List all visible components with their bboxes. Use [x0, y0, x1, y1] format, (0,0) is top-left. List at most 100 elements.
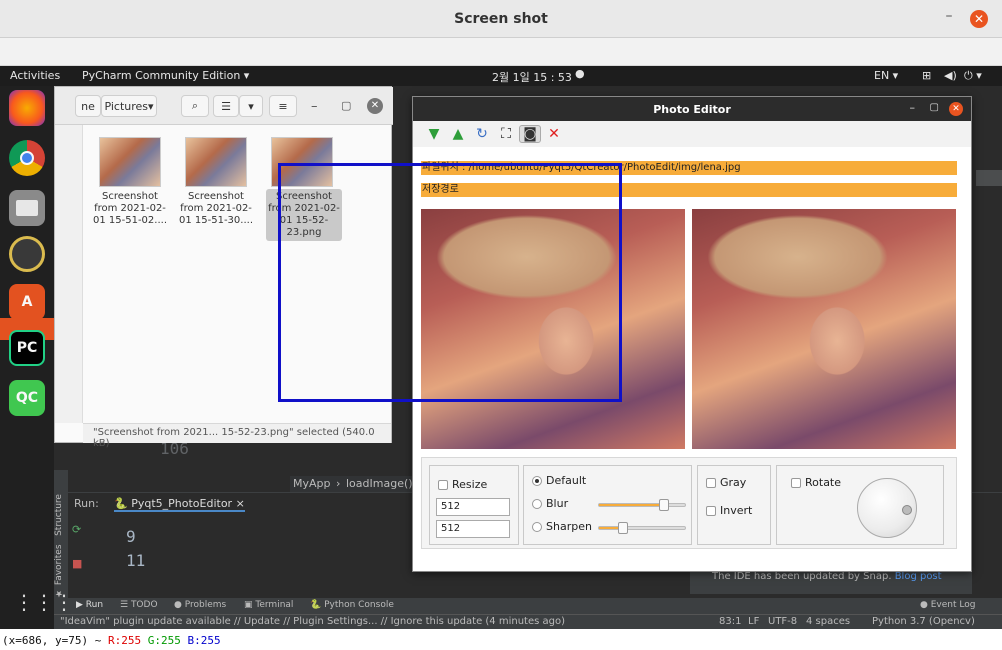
capture-selection-rectangle[interactable]	[278, 163, 622, 402]
location-button[interactable]: Pictures ▾	[101, 95, 157, 117]
filter-group: Default Blur Sharpen	[523, 465, 692, 545]
language-indicator[interactable]: EN ▾	[874, 69, 898, 82]
event-log-label: Event Log	[930, 600, 976, 610]
path-prev-segment[interactable]: ne	[75, 95, 101, 117]
blur-radio[interactable]	[532, 499, 542, 509]
maximize-icon[interactable]: ▢	[341, 99, 351, 112]
firefox-icon[interactable]	[9, 90, 45, 126]
download-arrow-icon[interactable]: ▼	[425, 125, 443, 143]
pixel-info-bar: (x=686, y=75) ~ R:255 G:255 B:255	[0, 630, 1002, 650]
interpreter[interactable]: Python 3.7 (Opencv)	[872, 616, 975, 627]
gray-checkbox[interactable]	[706, 478, 716, 488]
run-label: Run:	[74, 497, 99, 510]
line-separator[interactable]: LF	[748, 616, 759, 627]
minimize-icon[interactable]: –	[910, 101, 916, 114]
dial-knob[interactable]	[902, 505, 912, 515]
close-icon[interactable]: ✕	[970, 10, 988, 28]
event-log-button[interactable]: ● Event Log	[920, 600, 975, 610]
files-icon[interactable]	[9, 190, 45, 226]
run-config-name: Pyqt5_PhotoEditor	[131, 497, 233, 510]
indent-setting[interactable]: 4 spaces	[806, 616, 850, 627]
gray-label: Gray	[720, 476, 747, 489]
minimize-icon[interactable]: –	[311, 99, 318, 114]
pycharm-icon[interactable]: PC	[9, 330, 45, 366]
sharpen-slider[interactable]	[598, 522, 686, 534]
file-name[interactable]: Screenshot from 2021-02-01 15-51-30....	[178, 191, 254, 227]
tab-run[interactable]: ▶ Run	[76, 600, 103, 610]
tab-python-console[interactable]: 🐍 Python Console	[310, 600, 394, 610]
minimize-icon[interactable]: –	[942, 9, 956, 24]
sharpen-slider-handle[interactable]	[618, 522, 629, 534]
file-thumbnail[interactable]	[99, 137, 161, 187]
file-thumbnail[interactable]	[185, 137, 247, 187]
rotate-dial[interactable]	[857, 478, 917, 538]
file-name[interactable]: Screenshot from 2021-02-01 15-51-02....	[92, 191, 168, 227]
cursor-position[interactable]: 83:1	[719, 616, 741, 627]
blur-slider[interactable]	[598, 499, 686, 511]
rhythmbox-icon[interactable]	[9, 236, 45, 272]
tab-todo[interactable]: ☰ TODO	[120, 600, 158, 610]
selection-status: "Screenshot from 2021... 15-52-23.png" s…	[83, 423, 391, 449]
rotate-icon[interactable]: ↻	[473, 125, 491, 143]
close-icon[interactable]: ✕	[949, 102, 963, 116]
fullscreen-icon[interactable]: ⛶	[497, 125, 515, 143]
status-message[interactable]: "IdeaVim" plugin update available // Upd…	[60, 616, 565, 627]
window-title-bar: Screen shot	[0, 0, 1002, 38]
bottom-tool-tabs: ▶ Run ☰ TODO ● Problems ▣ Terminal 🐍 Pyt…	[54, 598, 1002, 614]
invert-checkbox[interactable]	[706, 506, 716, 516]
menu-icon[interactable]: ≡	[269, 95, 297, 117]
ide-status-bar: "IdeaVim" plugin update available // Upd…	[54, 614, 1002, 629]
blur-slider-fill	[599, 504, 664, 506]
run-config-tab[interactable]: 🐍 Pyqt5_PhotoEditor ×	[114, 497, 245, 512]
maximize-icon[interactable]: ▢	[930, 102, 939, 113]
dock: A PC QC ⋮⋮⋮	[0, 86, 74, 629]
resize-checkbox[interactable]	[438, 480, 448, 490]
rerun-icon[interactable]: ⟳	[72, 523, 81, 536]
qtcreator-icon[interactable]: QC	[9, 380, 45, 416]
window-title: Screen shot	[454, 10, 548, 27]
height-input[interactable]: 512	[436, 520, 510, 538]
breadcrumb-item[interactable]: MyApp	[293, 477, 331, 490]
side-tool-strip: ★ Favorites Structure	[54, 470, 68, 598]
sharpen-label: Sharpen	[546, 520, 592, 533]
editor-tab-strip	[976, 170, 1002, 186]
tab-label: Problems	[184, 600, 227, 610]
blur-slider-handle[interactable]	[658, 499, 669, 511]
cursor-coordinates: (x=686, y=75) ~	[2, 634, 108, 647]
clock[interactable]: 2월 1일 15 : 53	[492, 69, 572, 85]
default-label: Default	[546, 474, 587, 487]
breadcrumb-item[interactable]: loadImage()	[346, 477, 413, 490]
tab-problems[interactable]: ● Problems	[174, 600, 226, 610]
activities-button[interactable]: Activities	[10, 69, 60, 82]
width-input[interactable]: 512	[436, 498, 510, 516]
file-encoding[interactable]: UTF-8	[768, 616, 797, 627]
sharpen-radio[interactable]	[532, 522, 542, 532]
outer-toolbar	[0, 38, 1002, 66]
file-manager-sidebar	[55, 125, 83, 423]
network-icon[interactable]: ⊞	[922, 69, 931, 82]
notification-link[interactable]: Blog post	[895, 571, 942, 582]
power-icon[interactable]: ⏻ ▾	[964, 69, 982, 83]
file-manager-header: ne Pictures ▾ ⌕ ☰ ▾ ≡ – ▢ ✕	[55, 87, 393, 125]
app-menu[interactable]: PyCharm Community Edition ▾	[82, 69, 249, 82]
output-line: 11	[126, 551, 146, 570]
volume-icon[interactable]: ◀)	[944, 69, 957, 82]
search-icon[interactable]: ⌕	[181, 95, 209, 117]
list-view-icon[interactable]: ☰	[213, 95, 239, 117]
close-icon[interactable]: ✕	[545, 125, 563, 143]
tab-terminal[interactable]: ▣ Terminal	[244, 600, 293, 610]
software-icon[interactable]: A	[9, 284, 45, 320]
chrome-icon[interactable]	[9, 140, 45, 176]
stop-icon[interactable]: ■	[72, 557, 82, 570]
close-icon[interactable]: ✕	[367, 98, 383, 114]
rotate-checkbox[interactable]	[791, 478, 801, 488]
system-top-bar: Activities PyCharm Community Edition ▾ 2…	[0, 66, 1002, 86]
view-options-icon[interactable]: ▾	[239, 95, 263, 117]
show-apps-icon[interactable]: ⋮⋮⋮	[14, 592, 74, 618]
color-options-group: Gray Invert	[697, 465, 771, 545]
notification-dot-icon: ●	[575, 67, 585, 80]
upload-arrow-icon[interactable]: ▲	[449, 125, 467, 143]
default-radio[interactable]	[532, 476, 542, 486]
blue-value: B:255	[187, 634, 221, 647]
camera-icon[interactable]: ◙	[519, 125, 541, 143]
